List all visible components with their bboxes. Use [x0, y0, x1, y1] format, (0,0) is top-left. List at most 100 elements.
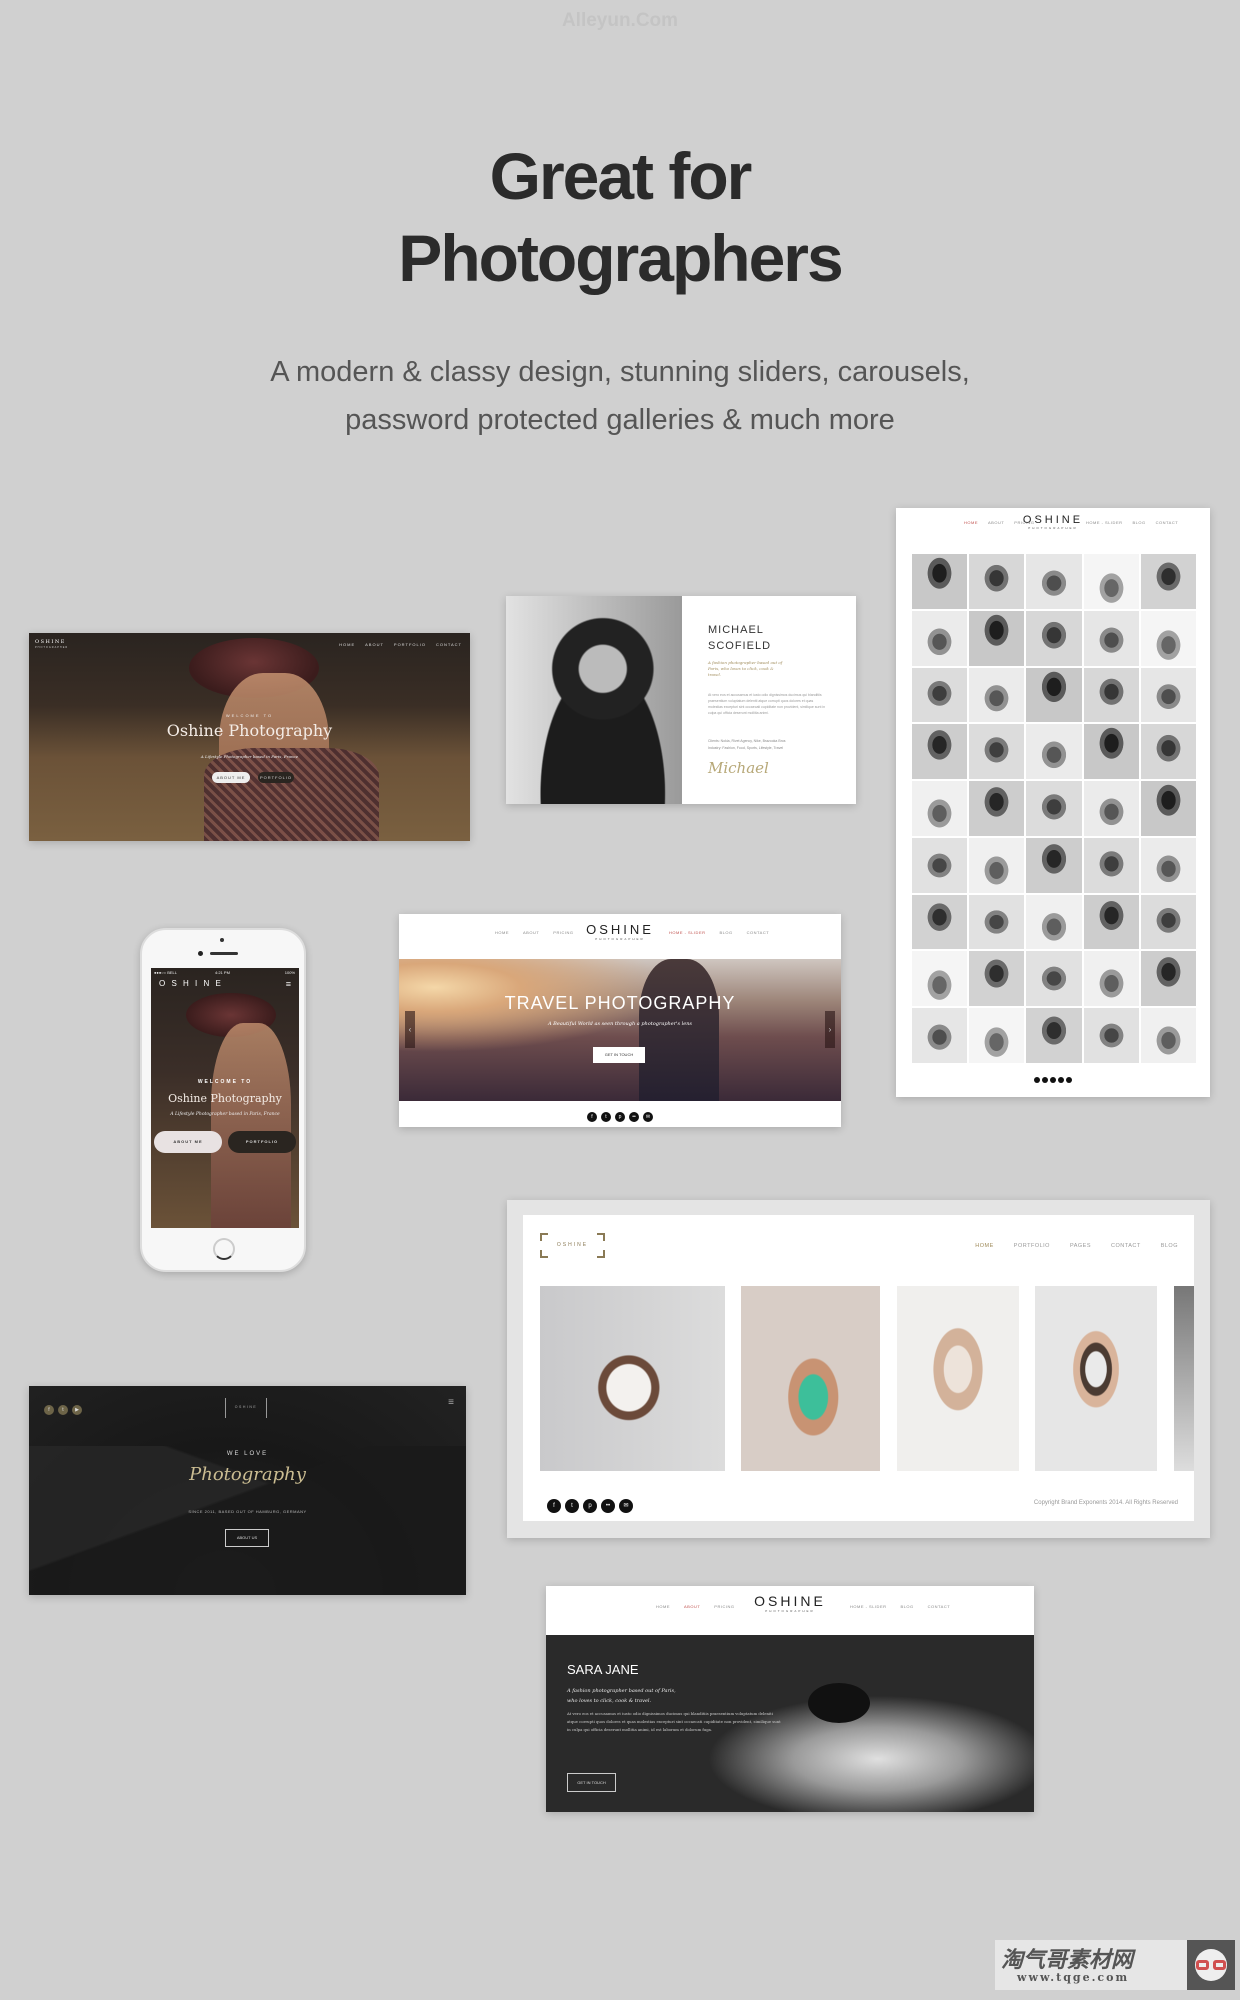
nav-item[interactable]: PRICING: [714, 1604, 734, 1609]
twitter-icon[interactable]: t: [58, 1404, 68, 1415]
nav-item[interactable]: CONTACT: [747, 930, 770, 935]
nav-item[interactable]: BLOG: [1161, 1243, 1178, 1249]
portfolio-photo[interactable]: [741, 1286, 880, 1471]
nav-item[interactable]: ABOUT: [523, 930, 539, 935]
nav-item[interactable]: HOME: [656, 1604, 670, 1609]
gallery-thumbnail[interactable]: [1083, 837, 1139, 893]
next-arrow-button[interactable]: ›: [825, 1011, 835, 1048]
gallery-thumbnail[interactable]: [912, 667, 968, 723]
gallery-thumbnail[interactable]: [912, 610, 968, 666]
gallery-thumbnail[interactable]: [912, 894, 968, 950]
nav-item[interactable]: CONTACT: [1111, 1243, 1141, 1249]
gallery-thumbnail[interactable]: [1026, 554, 1082, 609]
facebook-icon[interactable]: f: [44, 1404, 54, 1415]
video-icon[interactable]: ▶: [72, 1404, 82, 1415]
gallery-thumbnail[interactable]: [1083, 667, 1139, 723]
gallery-thumbnail[interactable]: [912, 724, 968, 780]
gallery-thumbnail[interactable]: [1140, 724, 1196, 780]
about-me-button[interactable]: ABOUT ME: [212, 772, 250, 783]
nav-item[interactable]: HOME: [495, 930, 509, 935]
gallery-thumbnail[interactable]: [969, 610, 1025, 666]
nav-item[interactable]: HOME - SLIDER: [850, 1604, 887, 1609]
email-icon[interactable]: ✉: [619, 1498, 633, 1513]
nav-item[interactable]: ABOUT: [365, 642, 384, 647]
pagination-dot[interactable]: [1042, 1077, 1048, 1083]
get-in-touch-button[interactable]: GET IN TOUCH: [593, 1047, 645, 1063]
facebook-icon[interactable]: f: [587, 1111, 597, 1122]
gallery-thumbnail[interactable]: [969, 837, 1025, 893]
flickr-icon[interactable]: ••: [629, 1111, 639, 1122]
nav-item[interactable]: CONTACT: [436, 642, 462, 647]
gallery-thumbnail[interactable]: [969, 1008, 1025, 1063]
about-me-button[interactable]: ABOUT ME: [154, 1131, 222, 1153]
gallery-thumbnail[interactable]: [1140, 667, 1196, 723]
nav-item[interactable]: PORTFOLIO: [394, 642, 426, 647]
portfolio-photo-partial[interactable]: [1174, 1286, 1194, 1471]
gallery-thumbnail[interactable]: [1026, 894, 1082, 950]
portfolio-photo[interactable]: [897, 1286, 1019, 1471]
pinterest-icon[interactable]: p: [583, 1498, 597, 1513]
gallery-thumbnail[interactable]: [1083, 1008, 1139, 1063]
gallery-thumbnail[interactable]: [969, 554, 1025, 609]
pagination-dot[interactable]: [1058, 1077, 1064, 1083]
nav-item[interactable]: ABOUT: [684, 1604, 700, 1609]
nav-item[interactable]: PRICING: [1014, 520, 1034, 525]
pinterest-icon[interactable]: p: [615, 1111, 625, 1122]
nav-item[interactable]: ABOUT: [988, 520, 1004, 525]
hamburger-menu-icon[interactable]: ≡: [286, 979, 291, 989]
nav-item[interactable]: BLOG: [1133, 520, 1146, 525]
pagination-dot[interactable]: [1066, 1077, 1072, 1083]
nav-item[interactable]: CONTACT: [928, 1604, 951, 1609]
gallery-thumbnail[interactable]: [1140, 894, 1196, 950]
gallery-thumbnail[interactable]: [1026, 610, 1082, 666]
flickr-icon[interactable]: ••: [601, 1498, 615, 1513]
gallery-thumbnail[interactable]: [1026, 1008, 1082, 1063]
nav-item[interactable]: PAGES: [1070, 1243, 1091, 1249]
nav-item[interactable]: CONTACT: [1156, 520, 1179, 525]
gallery-thumbnail[interactable]: [1083, 781, 1139, 836]
gallery-thumbnail[interactable]: [1083, 610, 1139, 666]
gallery-thumbnail[interactable]: [912, 1008, 968, 1063]
gallery-thumbnail[interactable]: [1140, 554, 1196, 609]
nav-item[interactable]: BLOG: [720, 930, 733, 935]
email-icon[interactable]: ✉: [643, 1111, 653, 1122]
twitter-icon[interactable]: t: [565, 1498, 579, 1513]
gallery-thumbnail[interactable]: [912, 781, 968, 836]
gallery-thumbnail[interactable]: [912, 951, 968, 1007]
home-button[interactable]: [213, 1238, 235, 1260]
get-in-touch-button[interactable]: GET IN TOUCH: [567, 1773, 616, 1792]
gallery-thumbnail[interactable]: [1140, 837, 1196, 893]
gallery-thumbnail[interactable]: [1140, 610, 1196, 666]
portfolio-button[interactable]: PORTFOLIO: [228, 1131, 296, 1153]
twitter-icon[interactable]: t: [601, 1111, 611, 1122]
gallery-thumbnail[interactable]: [1026, 781, 1082, 836]
gallery-thumbnail[interactable]: [1083, 724, 1139, 780]
gallery-thumbnail[interactable]: [912, 554, 968, 609]
nav-item[interactable]: HOME: [964, 520, 978, 525]
gallery-thumbnail[interactable]: [1140, 951, 1196, 1007]
portfolio-photo[interactable]: [1035, 1286, 1157, 1471]
gallery-thumbnail[interactable]: [969, 781, 1025, 836]
gallery-thumbnail[interactable]: [1026, 951, 1082, 1007]
nav-item[interactable]: PRICING: [553, 930, 573, 935]
about-us-button[interactable]: ABOUT US: [225, 1529, 269, 1547]
gallery-thumbnail[interactable]: [969, 667, 1025, 723]
portfolio-button[interactable]: PORTFOLIO: [258, 772, 294, 783]
pagination-dot[interactable]: [1050, 1077, 1056, 1083]
portfolio-photo[interactable]: [540, 1286, 725, 1471]
facebook-icon[interactable]: f: [547, 1498, 561, 1513]
gallery-thumbnail[interactable]: [1083, 894, 1139, 950]
gallery-thumbnail[interactable]: [912, 837, 968, 893]
nav-item[interactable]: HOME: [975, 1243, 994, 1249]
nav-item[interactable]: HOME - SLIDER: [669, 930, 706, 935]
nav-item[interactable]: HOME: [339, 642, 355, 647]
pagination-dot[interactable]: [1034, 1077, 1040, 1083]
gallery-thumbnail[interactable]: [1026, 724, 1082, 780]
gallery-thumbnail[interactable]: [1083, 554, 1139, 609]
prev-arrow-button[interactable]: ‹: [405, 1011, 415, 1048]
gallery-thumbnail[interactable]: [1140, 1008, 1196, 1063]
nav-item[interactable]: HOME - SLIDER: [1086, 520, 1123, 525]
gallery-thumbnail[interactable]: [969, 951, 1025, 1007]
gallery-thumbnail[interactable]: [1026, 837, 1082, 893]
gallery-thumbnail[interactable]: [1083, 951, 1139, 1007]
